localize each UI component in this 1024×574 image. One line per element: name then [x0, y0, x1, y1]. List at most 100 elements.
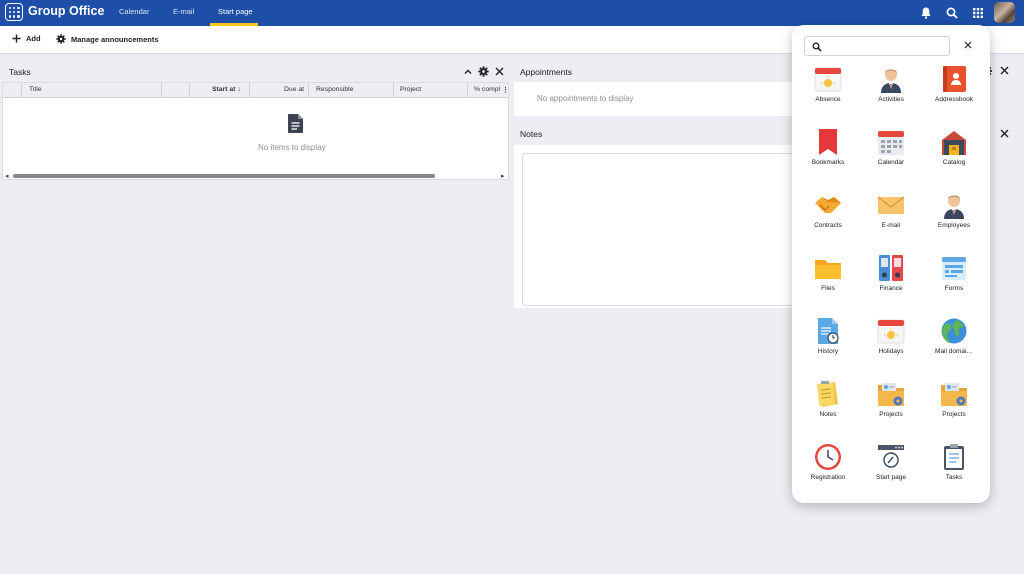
app-finance[interactable]: Finance [861, 254, 921, 304]
app-history[interactable]: History [798, 317, 858, 367]
holidays-icon [877, 319, 905, 344]
app-catalog[interactable]: Catalog [924, 128, 984, 178]
app-absence[interactable]: Absence [798, 65, 858, 115]
app-forms[interactable]: Forms [924, 254, 984, 304]
column-percent-complete[interactable]: % compl [474, 86, 500, 93]
scroll-left-arrow-icon[interactable]: ◂ [5, 172, 9, 180]
app-label: Catalog [942, 159, 966, 166]
app-label: Employees [937, 222, 971, 229]
app-label: Calendar [877, 159, 905, 166]
app-mail-domains[interactable]: Mail domai… [924, 317, 984, 367]
appointments-close-icon[interactable] [1000, 66, 1009, 75]
column-project[interactable]: Project [400, 86, 421, 93]
addressbook-icon [943, 66, 966, 92]
app-label: Forms [944, 285, 964, 292]
apps-grid-icon[interactable] [970, 5, 986, 21]
tasks-panel-tools [464, 66, 504, 77]
tasks-grid: Title Start at ↓ Due at Responsible Proj… [2, 82, 509, 180]
app-label: Start page [876, 474, 906, 481]
app-start-page[interactable]: Start page [861, 443, 921, 493]
tasks-icon [944, 444, 964, 470]
top-bar: Group Office Calendar E-mail Start page [0, 0, 1024, 26]
mail-domains-icon [941, 318, 967, 344]
catalog-icon [942, 131, 966, 155]
registration-icon [815, 444, 841, 470]
column-responsible[interactable]: Responsible [316, 86, 353, 93]
calendar-icon [878, 131, 904, 155]
app-holidays[interactable]: Holidays [861, 317, 921, 367]
app-label: Files [821, 285, 835, 292]
projects-icon [878, 383, 904, 406]
app-label: Holidays [878, 348, 904, 355]
app-grid-logo-icon[interactable] [5, 3, 23, 21]
manage-announcements-label: Manage announcements [71, 34, 159, 44]
notes-panel-title: Notes [520, 129, 543, 139]
app-employees[interactable]: Employees [924, 191, 984, 241]
app-label: E-mail [881, 222, 901, 229]
finance-icon [879, 255, 903, 281]
app-label: Finance [879, 285, 903, 292]
tab-calendar[interactable]: Calendar [119, 7, 149, 16]
app-notes[interactable]: Notes [798, 380, 858, 430]
column-due-at[interactable]: Due at [284, 86, 304, 93]
app-launcher-menu: Absence Activities Addressbook Bookmarks… [792, 25, 990, 503]
scroll-right-arrow-icon[interactable]: ▸ [501, 172, 505, 180]
horizontal-scrollbar[interactable] [13, 174, 435, 178]
app-label: Notes [819, 411, 837, 418]
column-title[interactable]: Title [29, 86, 42, 93]
app-bookmarks[interactable]: Bookmarks [798, 128, 858, 178]
app-files[interactable]: Files [798, 254, 858, 304]
app-label: Activities [878, 96, 904, 103]
manage-announcements-button[interactable]: Manage announcements [56, 34, 159, 44]
plus-icon [12, 34, 21, 43]
app-label: Contracts [814, 222, 842, 229]
tab-email[interactable]: E-mail [173, 7, 194, 16]
column-menu-icon[interactable]: ⋮ [502, 86, 509, 94]
app-projects[interactable]: Projects [861, 380, 921, 430]
tasks-panel-title: Tasks [9, 67, 31, 77]
sort-arrow-down-icon: ↓ [237, 86, 241, 93]
notes-close-icon[interactable] [1000, 129, 1009, 138]
app-email[interactable]: E-mail [861, 191, 921, 241]
activities-icon [881, 69, 901, 93]
bell-icon[interactable] [918, 5, 934, 21]
app-registration[interactable]: Registration [798, 443, 858, 493]
app-label: Bookmarks [811, 159, 845, 166]
app-label: Addressbook [935, 96, 973, 103]
app-addressbook[interactable]: Addressbook [924, 65, 984, 115]
add-button-label: Add [26, 34, 41, 43]
app-projects-2[interactable]: Projects [924, 380, 984, 430]
user-avatar[interactable] [994, 2, 1015, 23]
panel-settings-gear-icon[interactable] [478, 66, 489, 77]
notes-editor[interactable] [522, 153, 812, 306]
document-icon [288, 114, 303, 133]
app-label: Absence [815, 96, 841, 103]
tasks-grid-header: Title Start at ↓ Due at Responsible Proj… [3, 83, 509, 98]
app-calendar[interactable]: Calendar [861, 128, 921, 178]
projects2-icon [941, 383, 967, 406]
app-search-field[interactable] [804, 36, 950, 56]
app-label: History [817, 348, 839, 355]
absence-icon [814, 67, 842, 92]
history-icon [818, 318, 839, 344]
column-start-at[interactable]: Start at ↓ [212, 86, 241, 93]
clear-search-close-icon[interactable] [964, 41, 972, 49]
close-icon[interactable] [495, 67, 504, 76]
appointments-list: No appointments to display [514, 82, 814, 116]
brand-name[interactable]: Group Office [28, 4, 104, 18]
app-label: Tasks [945, 474, 963, 481]
forms-icon [942, 257, 966, 280]
app-label: Mail domai… [935, 348, 973, 355]
tab-start-page[interactable]: Start page [218, 7, 253, 16]
contracts-icon [815, 197, 841, 213]
app-activities[interactable]: Activities [861, 65, 921, 115]
app-label: Projects [879, 411, 903, 418]
email-icon [877, 196, 905, 214]
search-icon[interactable] [944, 5, 960, 21]
column-start-at-label: Start at [212, 86, 236, 93]
app-label: Projects [942, 411, 966, 418]
add-button[interactable]: Add [12, 34, 41, 43]
collapse-chevron-up-icon[interactable] [464, 68, 472, 76]
app-contracts[interactable]: Contracts [798, 191, 858, 241]
app-tasks[interactable]: Tasks [924, 443, 984, 493]
